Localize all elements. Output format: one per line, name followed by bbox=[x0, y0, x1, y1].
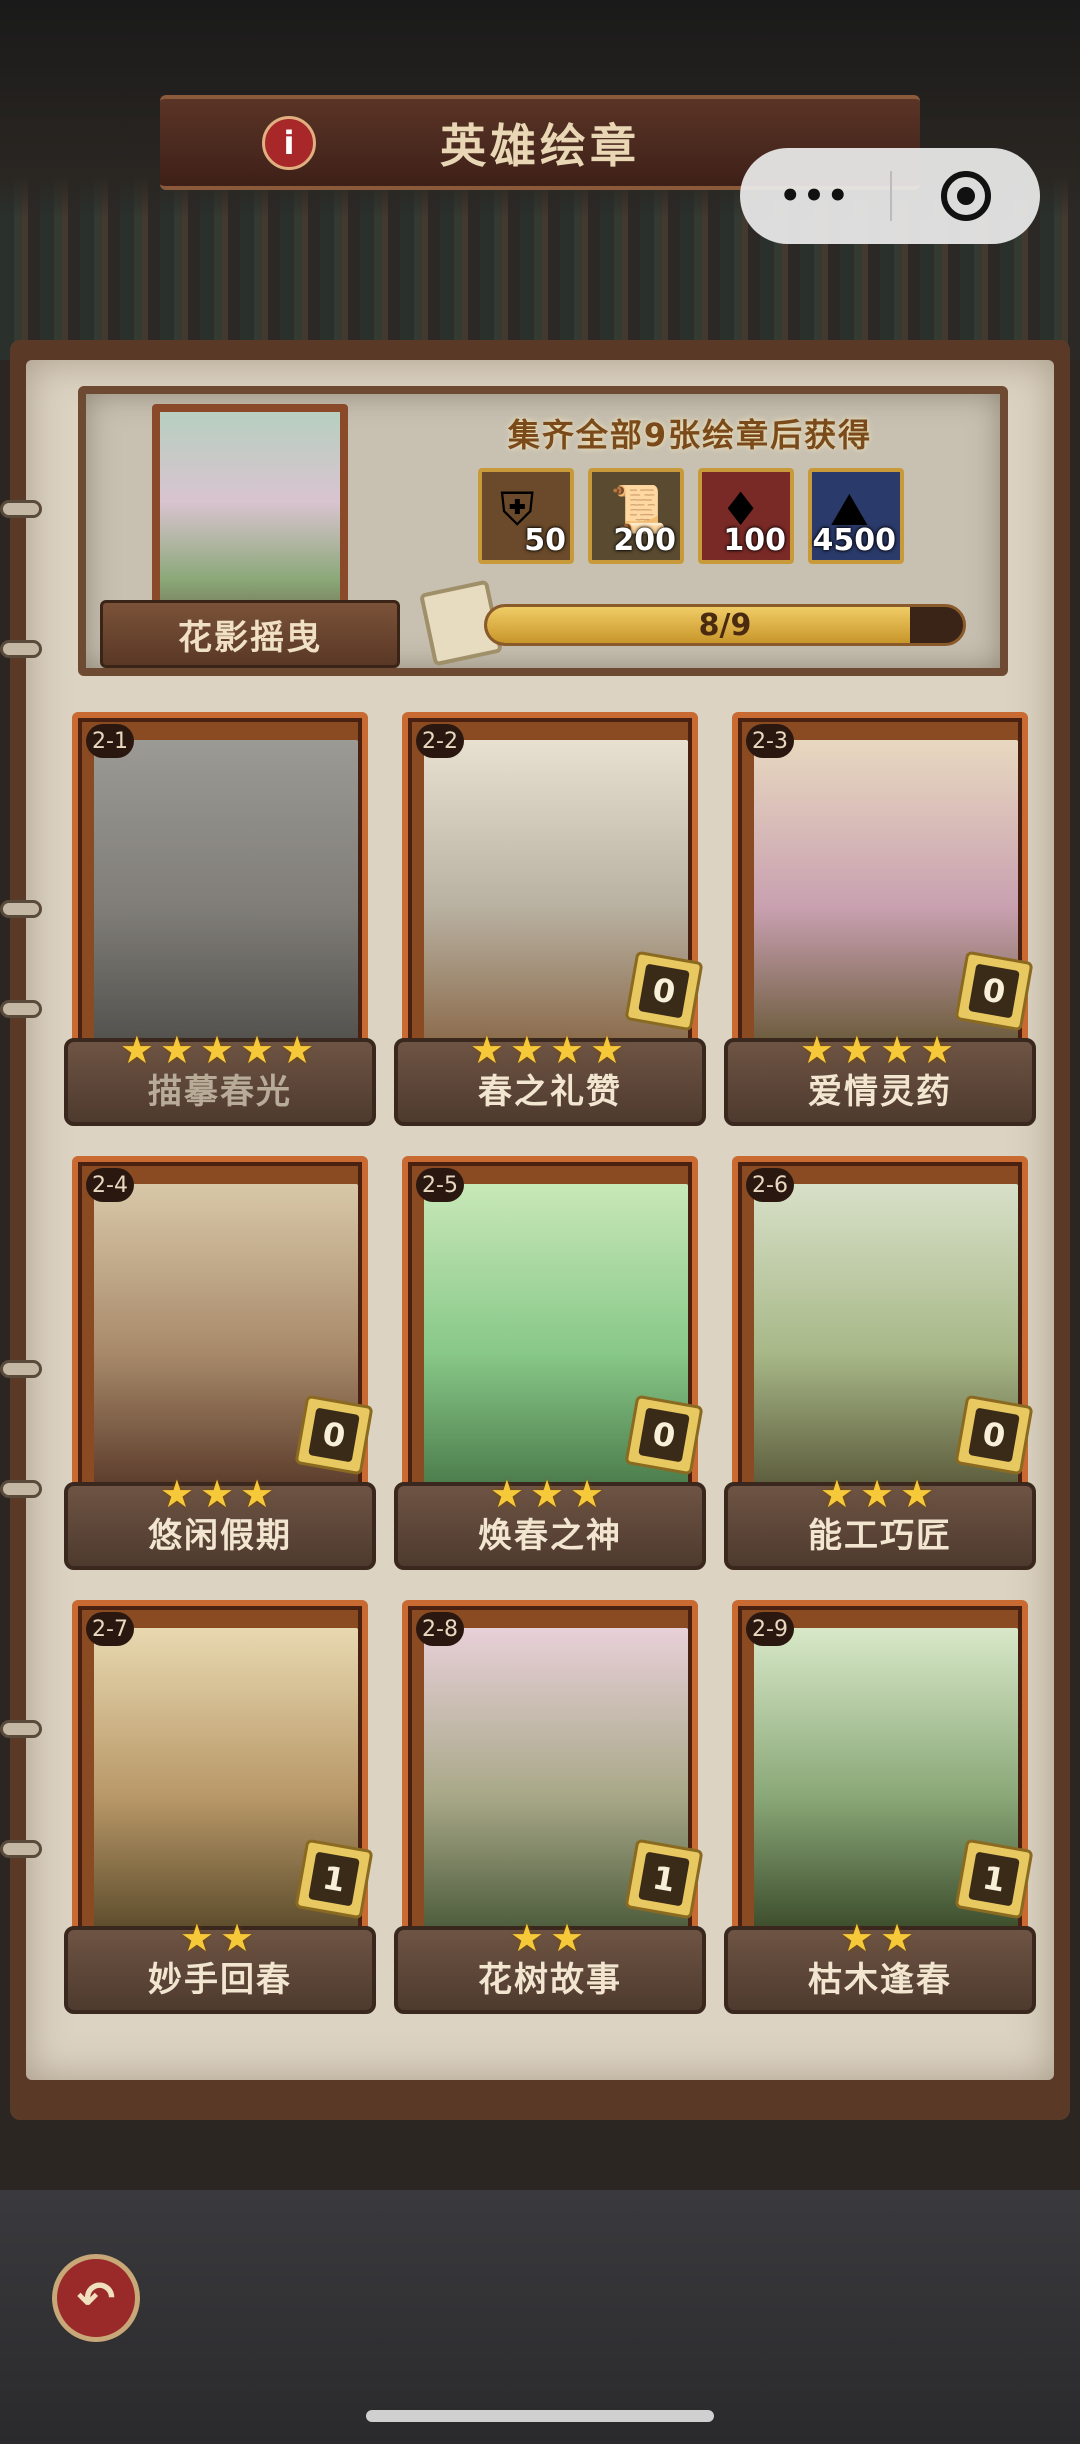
binder-ring bbox=[0, 1000, 42, 1018]
reward-title: 集齐全部9张绘章后获得 bbox=[507, 416, 873, 454]
binder-ring bbox=[0, 1360, 42, 1378]
card-count-value: 0 bbox=[638, 963, 690, 1019]
card-number: 2-8 bbox=[416, 1612, 464, 1646]
card-count-value: 1 bbox=[308, 1851, 360, 1907]
card-count-badge: 1 bbox=[294, 1838, 374, 1920]
binder-ring bbox=[0, 1480, 42, 1498]
card-name: 描摹春光 bbox=[148, 1072, 292, 1112]
card-number: 2-1 bbox=[86, 724, 134, 758]
reward-item[interactable]: ⛨ 50 bbox=[478, 468, 574, 564]
card-frame: 2-1 bbox=[72, 712, 368, 1052]
info-icon[interactable]: i bbox=[262, 116, 316, 170]
card-count-badge: 1 bbox=[954, 1838, 1034, 1920]
album-name: 花影摇曳 bbox=[100, 600, 400, 668]
card-number: 2-3 bbox=[746, 724, 794, 758]
card-count-value: 0 bbox=[968, 1407, 1020, 1463]
card-count-badge: 1 bbox=[624, 1838, 704, 1920]
binder-ring bbox=[0, 1840, 42, 1858]
binder-ring bbox=[0, 900, 42, 918]
card-number: 2-6 bbox=[746, 1168, 794, 1202]
card-artwork bbox=[94, 740, 358, 1046]
card-count-value: 0 bbox=[968, 963, 1020, 1019]
card-count-value: 0 bbox=[638, 1407, 690, 1463]
binder-ring bbox=[0, 1720, 42, 1738]
card-number: 2-2 bbox=[416, 724, 464, 758]
card-name: 悠闲假期 bbox=[148, 1516, 292, 1556]
hero-card[interactable]: 2-8 ★★ 花树故事 1 bbox=[394, 1600, 706, 2014]
binder-ring bbox=[0, 640, 42, 658]
card-number: 2-4 bbox=[86, 1168, 134, 1202]
card-name: 春之礼赞 bbox=[478, 1072, 622, 1112]
more-menu-button[interactable]: ••• bbox=[740, 176, 890, 216]
hero-card[interactable]: 2-4 ★★★ 悠闲假期 0 bbox=[64, 1156, 376, 1570]
card-count-badge: 0 bbox=[294, 1394, 374, 1476]
hero-card[interactable]: 2-1 ★★★★★ 描摹春光 bbox=[64, 712, 376, 1126]
hero-card[interactable]: 2-9 ★★ 枯木逢春 1 bbox=[724, 1600, 1036, 2014]
progress-text: 8/9 bbox=[698, 607, 752, 643]
hero-card[interactable]: 2-7 ★★ 妙手回春 1 bbox=[64, 1600, 376, 2014]
reward-item[interactable]: ⛰ 4500 bbox=[808, 468, 904, 564]
card-count-value: 1 bbox=[638, 1851, 690, 1907]
back-button[interactable]: ↶ bbox=[52, 2254, 140, 2342]
binder-ring bbox=[0, 500, 42, 518]
reward-item[interactable]: 📜 200 bbox=[588, 468, 684, 564]
card-number: 2-5 bbox=[416, 1168, 464, 1202]
card-count-badge: 0 bbox=[954, 950, 1034, 1032]
card-name: 花树故事 bbox=[478, 1960, 622, 2000]
reward-amount: 4500 bbox=[812, 523, 897, 558]
bottom-bar bbox=[0, 2190, 1080, 2444]
reward-item[interactable]: ♦ 100 bbox=[698, 468, 794, 564]
hero-card[interactable]: 2-2 ★★★★ 春之礼赞 0 bbox=[394, 712, 706, 1126]
home-indicator bbox=[366, 2410, 714, 2422]
reward-amount: 200 bbox=[613, 523, 676, 558]
reward-items: ⛨ 50 📜 200 ♦ 100 ⛰ 4500 bbox=[478, 468, 904, 564]
reward-amount: 100 bbox=[723, 523, 786, 558]
card-number: 2-9 bbox=[746, 1612, 794, 1646]
reward-amount: 50 bbox=[524, 523, 566, 558]
hero-card[interactable]: 2-3 ★★★★ 爱情灵药 0 bbox=[724, 712, 1036, 1126]
card-name: 能工巧匠 bbox=[808, 1516, 952, 1556]
card-count-value: 0 bbox=[308, 1407, 360, 1463]
card-count-badge: 0 bbox=[624, 1394, 704, 1476]
page-title: 英雄绘章 bbox=[440, 118, 640, 173]
card-count-badge: 0 bbox=[954, 1394, 1034, 1476]
mini-program-capsule: ••• bbox=[740, 148, 1040, 244]
card-name: 焕春之神 bbox=[478, 1516, 622, 1556]
card-count-value: 1 bbox=[968, 1851, 1020, 1907]
card-name: 爱情灵药 bbox=[808, 1072, 952, 1112]
card-name: 枯木逢春 bbox=[808, 1960, 952, 2000]
close-program-button[interactable] bbox=[892, 171, 1040, 221]
card-name: 妙手回春 bbox=[148, 1960, 292, 2000]
card-number: 2-7 bbox=[86, 1612, 134, 1646]
card-count-badge: 0 bbox=[624, 950, 704, 1032]
target-icon bbox=[941, 171, 991, 221]
hero-card[interactable]: 2-6 ★★★ 能工巧匠 0 bbox=[724, 1156, 1036, 1570]
hero-card[interactable]: 2-5 ★★★ 焕春之神 0 bbox=[394, 1156, 706, 1570]
